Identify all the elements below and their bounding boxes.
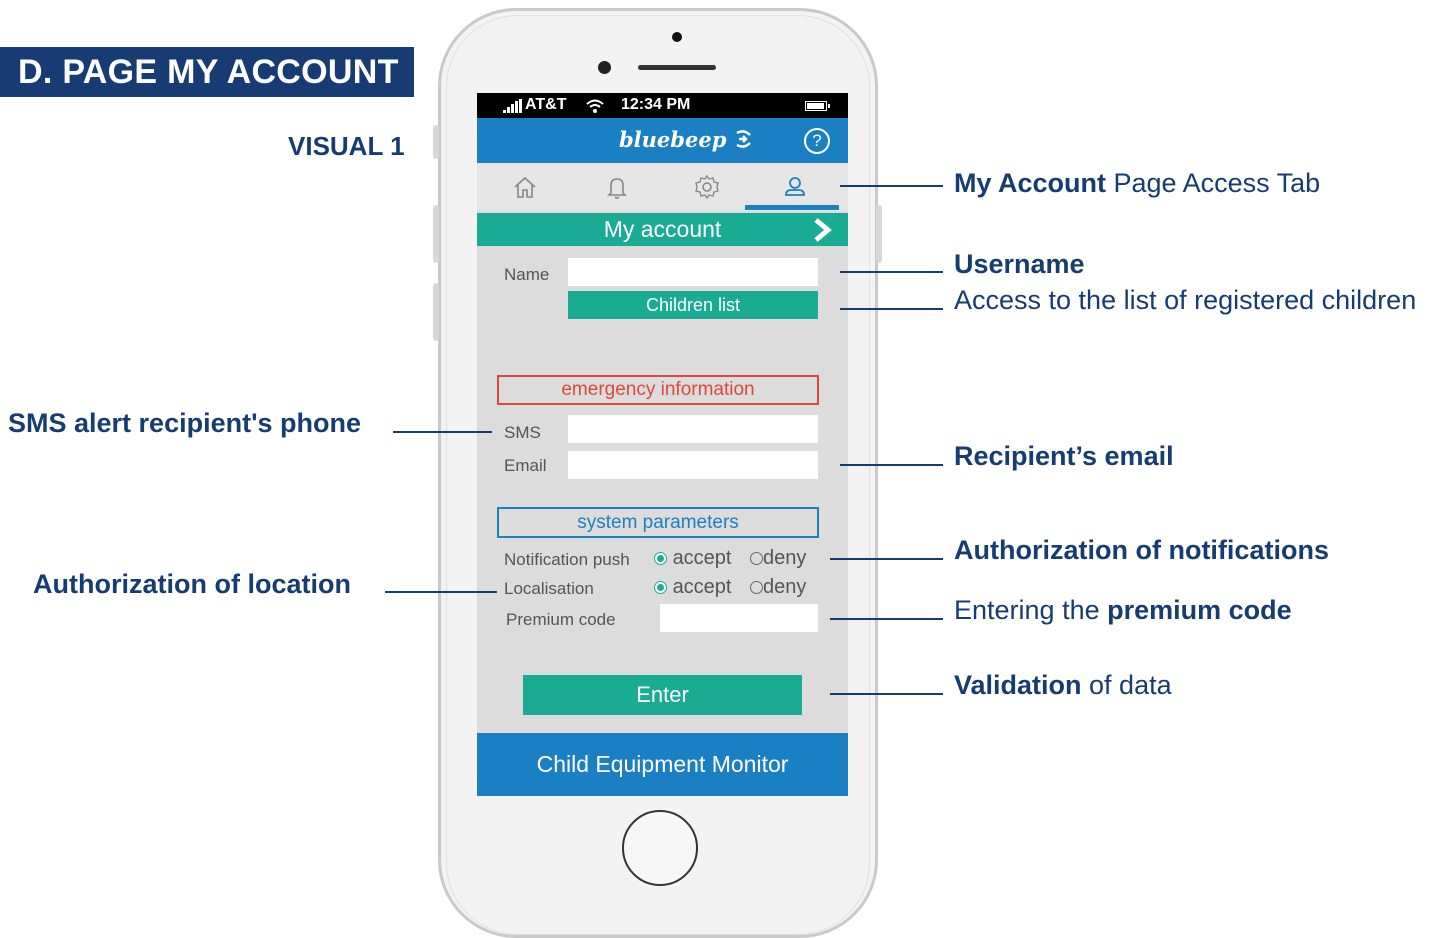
annotation-my-account-tab: My Account Page Access Tab [954,168,1321,198]
accept-label: accept [672,576,732,598]
connector-line [840,271,943,273]
deny-label: deny [763,547,807,569]
active-tab-indicator [745,205,839,210]
status-bar: AT&T 12:34 PM [477,93,848,118]
camera-dot [672,32,682,42]
radio-unselected-icon [750,552,763,566]
mute-switch [433,125,439,159]
name-label: Name [504,265,550,284]
tab-account[interactable] [749,163,841,211]
premium-code-input[interactable] [660,604,818,632]
connector-line [385,591,497,593]
name-input[interactable] [568,258,818,286]
wifi-icon [586,99,604,113]
annotation-auth-location: Authorization of location [33,569,351,599]
accept-label: accept [672,547,732,569]
connector-line [830,618,943,620]
phone-screen: AT&T 12:34 PM bluebeep ? My account Name… [477,93,848,796]
user-icon [785,177,805,196]
deny-label: deny [763,576,807,598]
premium-code-label: Premium code [506,610,616,629]
localisation-accept-radio[interactable]: accept [654,576,732,599]
help-icon[interactable]: ? [804,128,830,154]
battery-tip [828,104,830,108]
emergency-heading: emergency information [497,375,819,405]
connector-line [830,558,943,560]
connector-line [830,693,943,695]
visual-label: VISUAL 1 [288,131,405,161]
gear-icon [695,174,719,200]
children-list-button[interactable]: Children list [568,291,818,319]
volume-up-button [433,205,439,263]
annotation-username: Username [954,249,1085,279]
localisation-label: Localisation [504,579,594,598]
sms-input[interactable] [568,415,818,443]
signal-icon [503,99,522,113]
bell-icon [607,178,627,199]
annotation-validation: Validation of data [954,670,1172,700]
email-input[interactable] [568,451,818,479]
earpiece-speaker [638,65,716,70]
footer-bar: Child Equipment Monitor [477,733,848,796]
front-camera [598,61,611,74]
notification-deny-radio[interactable]: deny [750,547,806,570]
annotation-children-access: Access to the list of registered childre… [954,285,1417,315]
volume-down-button [433,283,439,341]
battery-icon [805,101,827,111]
localisation-deny-radio[interactable]: deny [750,576,806,599]
radio-unselected-icon [750,581,763,595]
section-title: My account [603,216,722,242]
notification-accept-radio[interactable]: accept [654,547,732,570]
enter-button[interactable]: Enter [523,675,802,715]
connector-line [393,431,492,433]
home-button[interactable] [622,810,698,886]
power-button [876,205,882,263]
radio-selected-icon [654,552,667,566]
status-time: 12:34 PM [621,96,691,113]
connector-line [840,464,943,466]
annotation-sms-phone: SMS alert recipient's phone [8,408,362,438]
notification-push-label: Notification push [504,550,630,569]
annotation-recipient-email: Recipient’s email [954,441,1174,471]
carrier-label: AT&T [525,96,567,113]
radio-selected-icon [654,581,667,595]
chevron-right-icon[interactable] [811,217,835,243]
tab-settings[interactable] [661,163,753,211]
sms-label: SMS [504,423,541,442]
brand-mark-icon [736,130,751,148]
annotation-auth-notifications: Authorization of notifications [954,535,1329,565]
tab-home[interactable] [479,163,571,211]
home-icon [514,176,536,198]
connector-line [840,308,943,310]
system-heading: system parameters [497,507,819,538]
app-header: bluebeep ? [477,118,848,163]
tab-bar [477,163,848,211]
section-header: My account [477,213,848,246]
brand-logo: bluebeep [619,127,754,152]
tab-notifications[interactable] [571,163,663,211]
page-title: D. PAGE MY ACCOUNT [0,47,414,97]
email-label: Email [504,456,547,475]
connector-line [840,185,943,187]
annotation-premium-code: Entering the premium code [954,595,1292,625]
